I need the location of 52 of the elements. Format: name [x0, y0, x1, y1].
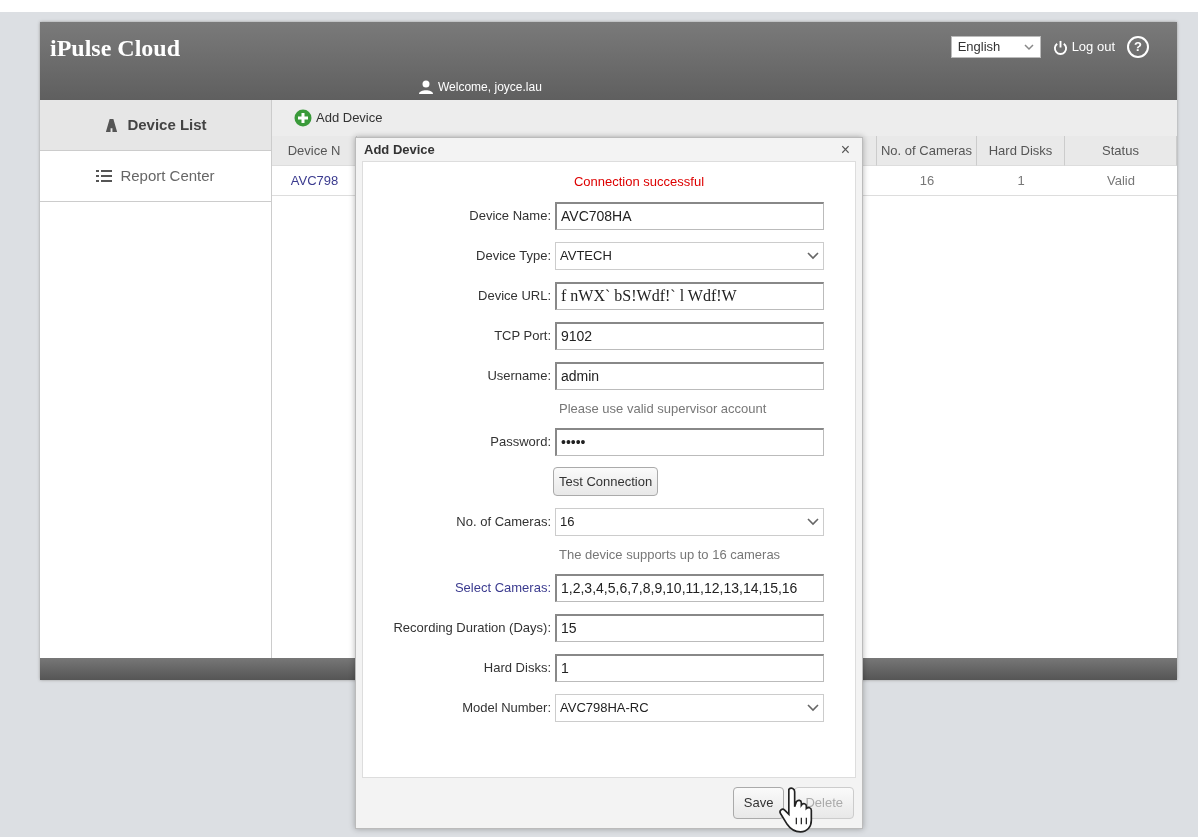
- field-label: Device Type:: [475, 246, 552, 265]
- field-label: Model Number:: [461, 698, 552, 717]
- input-field[interactable]: f nWX` bS!Wdf!` l Wdf!W: [555, 281, 824, 310]
- select-field[interactable]: 16: [555, 507, 824, 536]
- status-message: Connection successful: [572, 173, 706, 191]
- field-label: Recording Duration (Days):: [392, 618, 552, 637]
- hint-text: Please use valid supervisor account: [559, 399, 768, 418]
- plus-icon: [294, 109, 312, 127]
- chevron-down-icon: [807, 251, 819, 260]
- hint-text: The device supports up to 16 cameras: [559, 545, 782, 564]
- input-field[interactable]: •••••: [555, 427, 824, 456]
- field-label: Device Name:: [468, 206, 552, 225]
- input-field[interactable]: AVC708HA: [555, 201, 824, 230]
- language-select[interactable]: English: [950, 36, 1041, 58]
- power-icon[interactable]: [1052, 39, 1068, 55]
- field-link-label[interactable]: Select Cameras:: [363, 577, 555, 598]
- field-label: Username:: [486, 366, 552, 385]
- column-header[interactable]: Hard Disks: [977, 136, 1065, 166]
- user-icon: [418, 80, 434, 94]
- chevron-down-icon: [807, 517, 819, 526]
- logout-link[interactable]: Log out: [1071, 37, 1115, 57]
- chevron-down-icon: [807, 703, 819, 712]
- field-label: Device URL:: [477, 286, 552, 305]
- select-field[interactable]: AVTECH: [555, 241, 824, 270]
- field-label: TCP Port:: [493, 326, 552, 345]
- help-icon[interactable]: ?: [1127, 36, 1149, 58]
- close-button[interactable]: ×: [840, 141, 850, 158]
- dialog-title: Add Device: [364, 140, 435, 159]
- table-cell: 1: [977, 166, 1065, 196]
- input-field[interactable]: admin: [555, 361, 824, 390]
- app-title: iPulse Cloud: [50, 34, 181, 63]
- footer-button[interactable]: Save: [732, 787, 785, 819]
- add-device-button[interactable]: Add Device: [294, 108, 383, 128]
- table-cell: 16: [877, 166, 977, 196]
- building-icon: [104, 117, 120, 133]
- column-header[interactable]: Status: [1065, 136, 1177, 166]
- test-connection-button[interactable]: Test Connection: [553, 466, 659, 497]
- column-header[interactable]: No. of Cameras: [877, 136, 977, 166]
- select-field[interactable]: AVC798HA-RC: [555, 693, 824, 722]
- input-field[interactable]: 9102: [555, 321, 824, 350]
- input-field[interactable]: 15: [555, 613, 824, 642]
- field-label: Password:: [489, 432, 552, 451]
- chevron-down-icon: [1023, 43, 1034, 51]
- column-header[interactable]: Device N: [272, 136, 357, 166]
- field-label: No. of Cameras:: [455, 512, 552, 531]
- table-cell: Valid: [1065, 166, 1177, 196]
- input-field[interactable]: 1,2,3,4,5,6,7,8,9,10,11,12,13,14,15,16: [555, 573, 824, 602]
- field-label: Hard Disks:: [482, 658, 552, 677]
- welcome-text: Welcome, joyce.lau: [438, 79, 542, 96]
- input-field[interactable]: 1: [555, 653, 824, 682]
- sidebar-item[interactable]: Device List: [40, 100, 271, 151]
- list-icon: [96, 169, 113, 183]
